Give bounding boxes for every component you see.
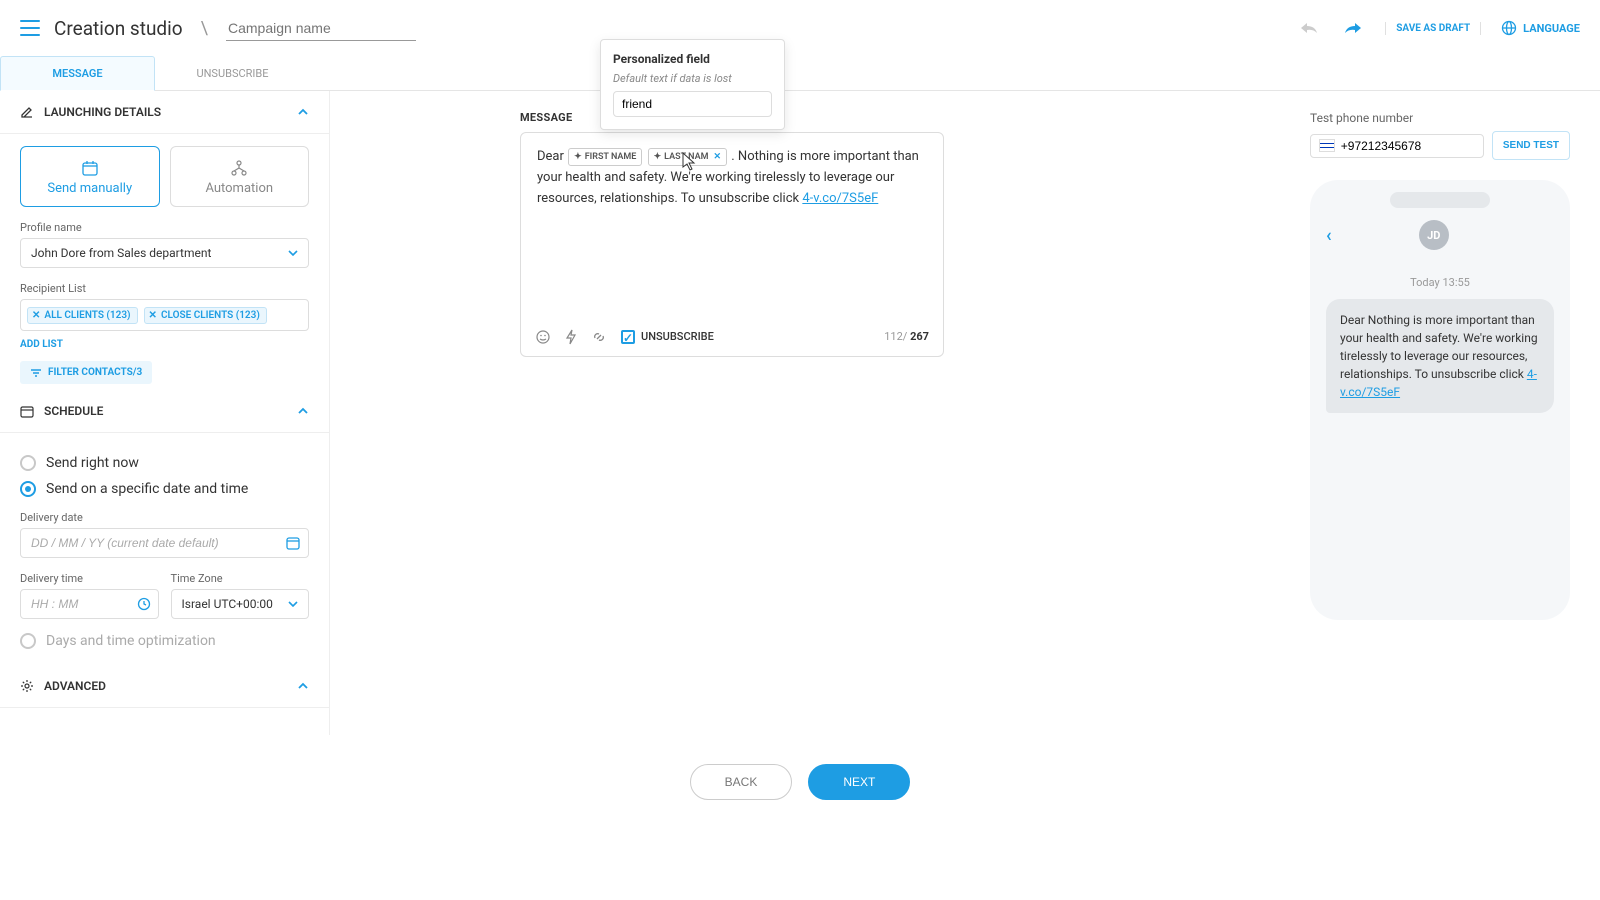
radio-icon bbox=[20, 455, 36, 471]
profile-name-select[interactable]: John Dore from Sales department bbox=[20, 238, 309, 268]
header: Creation studio \ SAVE AS DRAFT LANGUAGE bbox=[0, 0, 1600, 56]
radio-days-time-optimization[interactable]: Days and time optimization bbox=[20, 633, 309, 649]
token-first-name[interactable]: ✦ FIRST NAME bbox=[568, 148, 642, 166]
undo-icon[interactable] bbox=[1297, 16, 1321, 40]
delivery-date-input[interactable] bbox=[20, 528, 309, 558]
chevron-down-icon bbox=[288, 250, 298, 256]
avatar: JD bbox=[1419, 220, 1449, 250]
delivery-time-input[interactable] bbox=[20, 589, 159, 619]
delivery-time-label: Delivery time bbox=[20, 572, 159, 585]
timezone-label: Time Zone bbox=[171, 572, 310, 585]
phone-back-icon: ‹ bbox=[1326, 225, 1332, 246]
radio-icon bbox=[20, 633, 36, 649]
profile-name-label: Profile name bbox=[20, 221, 309, 234]
menu-icon[interactable] bbox=[20, 20, 40, 36]
chip-remove-icon[interactable]: ✕ bbox=[32, 310, 40, 321]
test-phone-label: Test phone number bbox=[1310, 111, 1570, 125]
chevron-up-icon bbox=[297, 407, 309, 415]
recipient-list-input[interactable]: ✕ALL CLIENTS (123) ✕CLOSE CLIENTS (123) bbox=[20, 299, 309, 331]
token-last-name[interactable]: ✦ LAST NAM✕ bbox=[648, 148, 727, 166]
token-remove-icon[interactable]: ✕ bbox=[714, 150, 722, 164]
lightning-icon[interactable] bbox=[565, 329, 577, 345]
radio-send-specific-date[interactable]: Send on a specific date and time bbox=[20, 481, 309, 497]
phone-preview: ‹ JD Today 13:55 Dear Nothing is more im… bbox=[1310, 180, 1570, 620]
sidebar: LAUNCHING DETAILS Send manually bbox=[0, 91, 330, 735]
filter-contacts-button[interactable]: FILTER CONTACTS/3 bbox=[20, 361, 152, 384]
chevron-down-icon bbox=[288, 601, 298, 607]
emoji-icon[interactable] bbox=[535, 329, 551, 345]
unsubscribe-link[interactable]: 4-v.co/7S5eF bbox=[802, 191, 878, 206]
calendar-icon bbox=[20, 404, 34, 418]
personalized-field-popover: Personalized field Default text if data … bbox=[600, 39, 785, 130]
add-list-link[interactable]: ADD LIST bbox=[20, 339, 63, 350]
tab-message[interactable]: MESSAGE bbox=[0, 56, 155, 91]
link-icon[interactable] bbox=[591, 329, 607, 345]
test-phone-input[interactable] bbox=[1310, 134, 1484, 158]
next-button[interactable]: NEXT bbox=[808, 764, 910, 800]
chip-remove-icon[interactable]: ✕ bbox=[149, 310, 157, 321]
message-editor[interactable]: Dear ✦ FIRST NAME ✦ LAST NAM✕ . Nothing … bbox=[520, 132, 944, 357]
section-launching-header[interactable]: LAUNCHING DETAILS bbox=[0, 91, 329, 134]
popover-subtitle: Default text if data is lost bbox=[613, 72, 772, 85]
sending-speed-label: Sending speed bbox=[20, 734, 309, 735]
gear-icon bbox=[20, 679, 34, 693]
flag-icon bbox=[1319, 139, 1335, 152]
mode-automation[interactable]: Automation bbox=[170, 146, 310, 207]
language-button[interactable]: LANGUAGE bbox=[1501, 20, 1580, 36]
globe-icon bbox=[1501, 20, 1517, 36]
recipient-list-label: Recipient List bbox=[20, 282, 309, 295]
edit-icon bbox=[20, 105, 34, 119]
send-test-button[interactable]: SEND TEST bbox=[1492, 131, 1570, 160]
delivery-date-label: Delivery date bbox=[20, 511, 309, 524]
filter-icon bbox=[30, 368, 42, 378]
automation-icon bbox=[171, 159, 309, 177]
breadcrumb-separator: \ bbox=[201, 18, 208, 39]
app-title: Creation studio bbox=[54, 17, 183, 40]
recipient-chip[interactable]: ✕CLOSE CLIENTS (123) bbox=[144, 307, 267, 324]
back-button[interactable]: BACK bbox=[690, 764, 793, 800]
radio-icon bbox=[20, 481, 36, 497]
save-as-draft-button[interactable]: SAVE AS DRAFT bbox=[1385, 22, 1481, 35]
section-advanced-header[interactable]: ADVANCED bbox=[0, 665, 329, 708]
char-counter: 112/ 267 bbox=[884, 328, 929, 346]
phone-timestamp: Today 13:55 bbox=[1326, 276, 1554, 289]
tab-unsubscribe[interactable]: UNSUBSCRIBE bbox=[155, 56, 310, 90]
main-editor-area: MESSAGE Dear ✦ FIRST NAME ✦ LAST NAM✕ . … bbox=[330, 91, 1300, 735]
timezone-select[interactable]: Israel UTC+00:00 bbox=[171, 589, 310, 619]
redo-icon[interactable] bbox=[1341, 16, 1365, 40]
checkbox-icon bbox=[621, 330, 635, 344]
footer: BACK NEXT bbox=[0, 764, 1600, 800]
message-bubble: Dear Nothing is more important than your… bbox=[1326, 299, 1554, 413]
radio-send-now[interactable]: Send right now bbox=[20, 455, 309, 471]
popover-default-text-input[interactable] bbox=[613, 91, 772, 117]
campaign-name-input[interactable] bbox=[226, 16, 416, 41]
preview-pane: Test phone number SEND TEST ‹ JD Today 1… bbox=[1300, 91, 1600, 735]
mode-send-manually[interactable]: Send manually bbox=[20, 146, 160, 207]
chevron-up-icon bbox=[297, 108, 309, 116]
unsubscribe-checkbox[interactable]: UNSUBSCRIBE bbox=[621, 328, 714, 346]
calendar-icon bbox=[21, 159, 159, 177]
popover-title: Personalized field bbox=[613, 52, 772, 66]
recipient-chip[interactable]: ✕ALL CLIENTS (123) bbox=[27, 307, 138, 324]
chevron-up-icon bbox=[297, 682, 309, 690]
section-schedule-header[interactable]: SCHEDULE bbox=[0, 390, 329, 433]
tabs: MESSAGE UNSUBSCRIBE bbox=[0, 56, 1600, 91]
